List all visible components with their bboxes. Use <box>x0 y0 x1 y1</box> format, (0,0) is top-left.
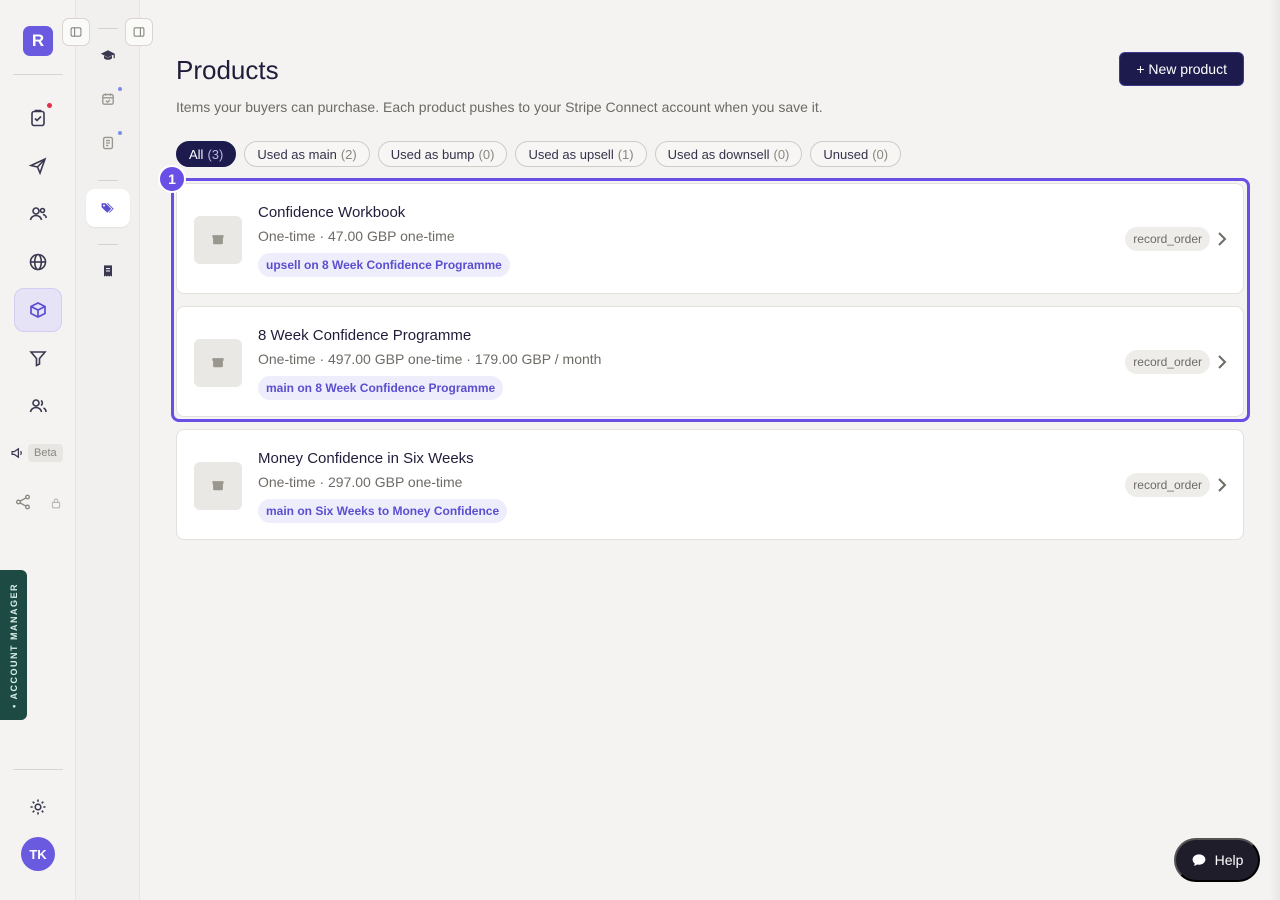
account-manager-tab[interactable]: • ACCOUNT MANAGER <box>0 570 27 720</box>
chat-bubble-icon <box>1192 854 1205 866</box>
user-avatar[interactable]: TK <box>21 837 55 871</box>
sidebar-toggle-icon <box>133 27 145 37</box>
product-name: Money Confidence in Six Weeks <box>258 450 474 467</box>
filter-chips: All (3) Used as main (2) Used as bump (0) U… <box>176 141 902 167</box>
globe-icon[interactable] <box>14 240 62 284</box>
sidebar-toggle-icon <box>70 27 82 37</box>
lock-icon <box>50 496 62 514</box>
filter-used-as-upsell[interactable]: Used as upsell (1) <box>515 141 647 167</box>
subrail-divider <box>98 28 118 29</box>
filter-label: Used as bump <box>390 146 475 162</box>
funnel-icon[interactable] <box>14 336 62 380</box>
document-list-icon[interactable] <box>86 124 130 162</box>
settings-icon[interactable] <box>14 785 62 829</box>
filter-count: (2) <box>340 146 357 162</box>
highlight-outline <box>171 178 1250 422</box>
filter-label: Used as main <box>257 146 337 162</box>
new-product-button[interactable]: + New product <box>1119 52 1244 86</box>
product-tags-icon[interactable] <box>86 189 130 227</box>
record-order-tag: record_order <box>1125 473 1210 497</box>
courses-icon[interactable] <box>86 36 130 74</box>
send-icon[interactable] <box>14 144 62 188</box>
rail-divider <box>13 769 63 770</box>
share-icon[interactable] <box>14 493 32 516</box>
product-thumbnail <box>194 462 242 510</box>
calendar-check-icon[interactable] <box>86 80 130 118</box>
filter-count: (0) <box>872 146 889 162</box>
announcements-beta[interactable]: Beta <box>10 444 63 462</box>
page-subtitle: Items your buyers can purchase. Each pro… <box>176 99 823 115</box>
product-box-icon <box>212 481 224 491</box>
filter-count: (1) <box>617 146 634 162</box>
filter-count: (0) <box>773 146 790 162</box>
highlight-badge: 1 <box>158 165 186 193</box>
product-price: One-time · 297.00 GBP one-time <box>258 474 463 490</box>
filter-label: Unused <box>823 146 869 162</box>
filter-unused[interactable]: Unused (0) <box>810 141 902 167</box>
secondary-sidebar <box>62 0 153 900</box>
team-icon[interactable] <box>14 384 62 428</box>
filter-used-as-main[interactable]: Used as main (2) <box>244 141 370 167</box>
filter-label: Used as downsell <box>667 146 770 162</box>
megaphone-icon <box>11 447 22 459</box>
contacts-icon[interactable] <box>14 192 62 236</box>
filter-label: All <box>189 146 204 162</box>
account-manager-label: • ACCOUNT MANAGER <box>8 582 19 708</box>
rail-divider <box>13 74 63 75</box>
status-dot <box>118 87 122 91</box>
product-card[interactable]: Money Confidence in Six Weeks One-time ·… <box>176 429 1244 540</box>
primary-sidebar: R Beta • ACCOUNT MANAGER TK <box>0 0 76 900</box>
notification-dot <box>47 103 52 108</box>
filter-used-as-downsell[interactable]: Used as downsell (0) <box>654 141 803 167</box>
usage-badge: main on Six Weeks to Money Confidence <box>258 499 508 523</box>
filter-all[interactable]: All (3) <box>176 141 237 167</box>
beta-badge: Beta <box>28 444 63 462</box>
filter-label: Used as upsell <box>528 146 614 162</box>
subrail-divider <box>98 180 118 181</box>
chevron-right-icon <box>1218 478 1227 492</box>
help-button[interactable]: Help <box>1174 838 1260 882</box>
tasks-icon[interactable] <box>14 96 62 140</box>
filter-count: (3) <box>207 146 224 162</box>
subrail-divider <box>98 244 118 245</box>
receipt-icon[interactable] <box>86 252 130 290</box>
products-nav-icon[interactable] <box>14 288 62 332</box>
edge-shadow <box>1270 0 1280 900</box>
status-dot <box>118 131 122 135</box>
help-label: Help <box>1214 852 1244 868</box>
brand-logo[interactable]: R <box>23 26 53 56</box>
page-title: Products <box>176 55 279 85</box>
filter-used-as-bump[interactable]: Used as bump (0) <box>377 141 508 167</box>
filter-count: (0) <box>478 146 495 162</box>
